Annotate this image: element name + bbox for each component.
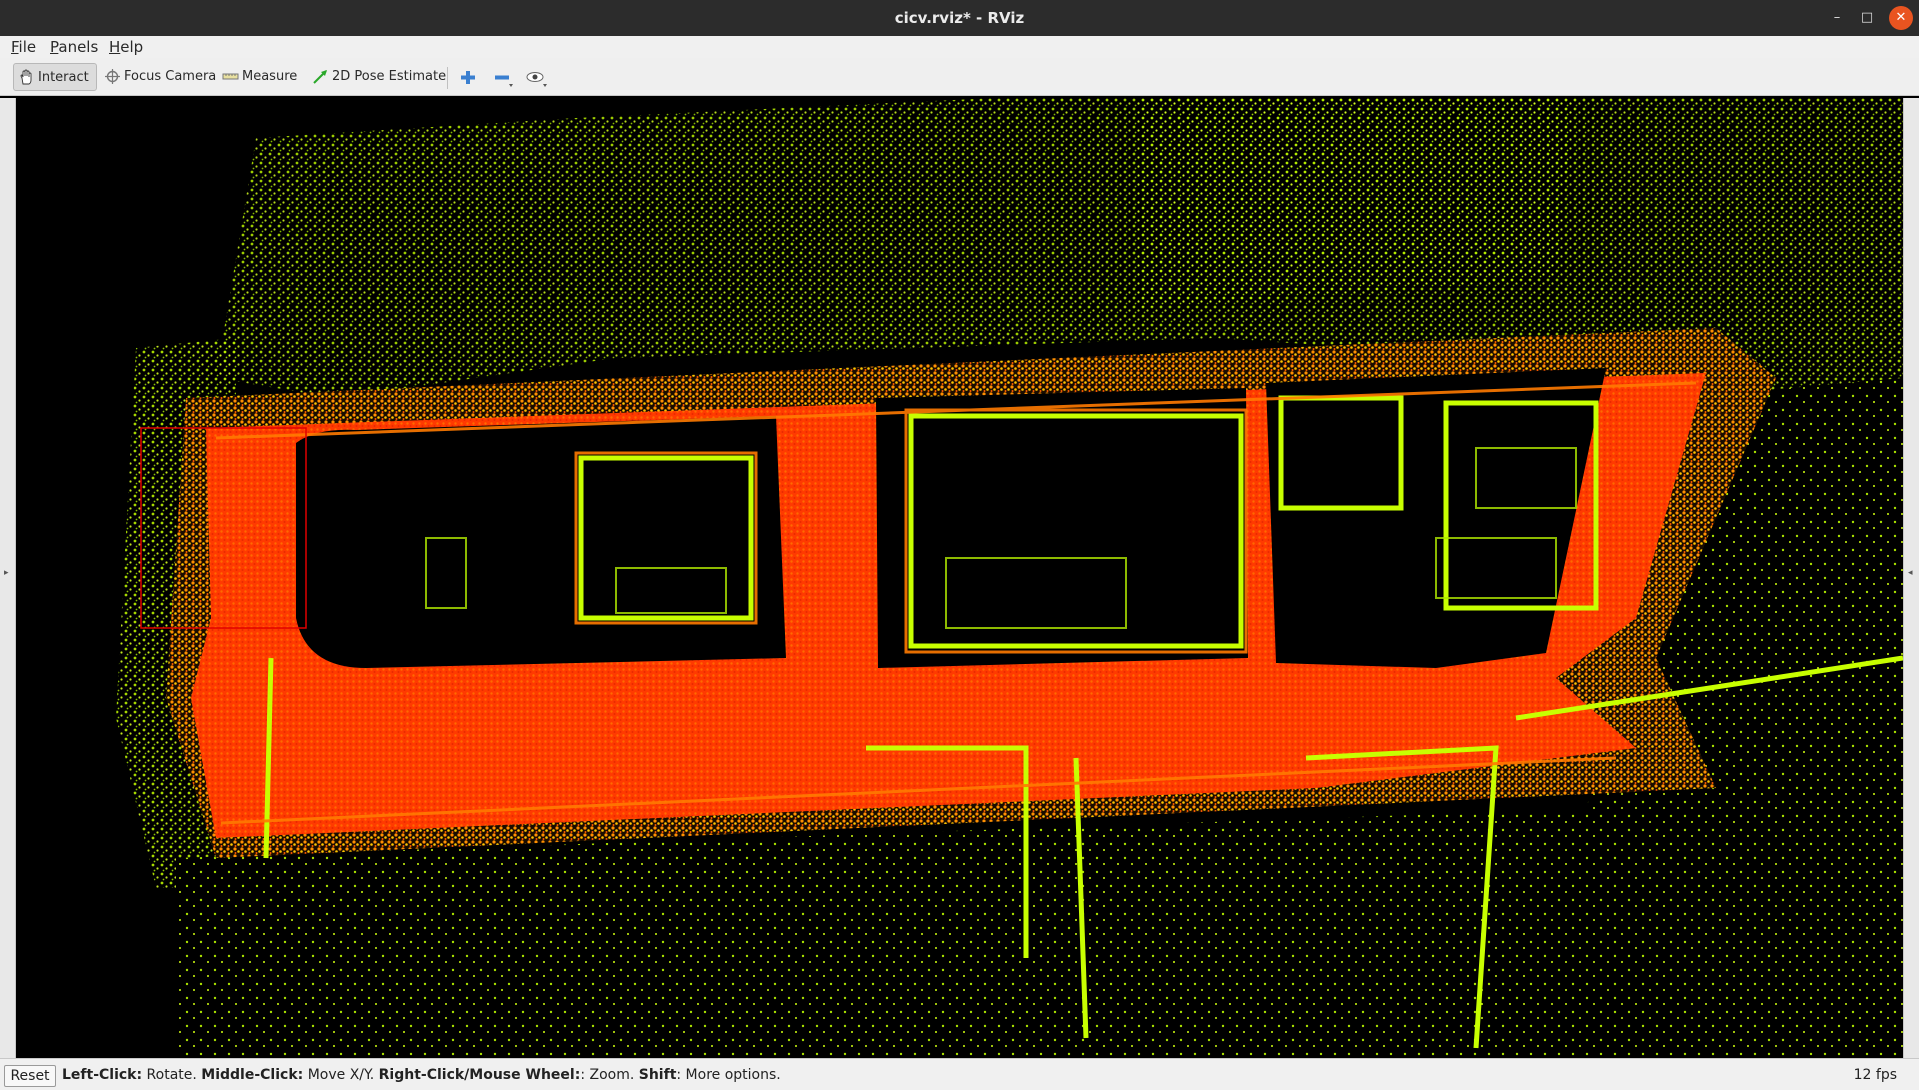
crosshair-icon [105,69,120,84]
tool-bar: Interact Focus Camera Measure 2D Pose Es… [0,58,1919,96]
2d-pose-estimate-tool-label: 2D Pose Estimate [332,69,447,84]
add-tool-button[interactable] [456,67,480,89]
tool-properties-button[interactable] [524,67,548,89]
close-button[interactable]: ✕ [1889,6,1913,30]
help-key-middle-click: Middle-Click: [201,1067,304,1083]
fps-readout: 12 fps [1853,1067,1897,1083]
help-key-shift: Shift [638,1067,677,1083]
menu-panels[interactable]: Panels [48,36,100,58]
point-cloud-map [16,98,1903,1058]
menu-help[interactable]: Help [107,36,145,58]
focus-camera-tool-label: Focus Camera [124,69,217,84]
measure-tool-label: Measure [242,69,298,84]
interact-tool-button[interactable]: Interact [13,63,97,91]
title-bar: cicv.rviz* - RViz – □ ✕ [0,0,1919,36]
menu-file-mnemonic: F [11,38,19,56]
menu-panels-label: anels [58,38,99,56]
2d-pose-estimate-tool-button[interactable]: 2D Pose Estimate [308,63,450,91]
status-bar: Reset Left-Click: Rotate. Middle-Click: … [0,1058,1919,1090]
right-dock-collapse-handle[interactable]: ◂ [1903,98,1919,1058]
menu-bar: File Panels Help [0,36,1919,58]
remove-tool-button[interactable] [490,67,514,89]
expand-right-arrow-icon: ◂ [1908,568,1913,578]
minus-icon [495,75,513,87]
help-key-left-click: Left-Click: [62,1067,143,1083]
arrow-icon [313,70,327,84]
menu-file[interactable]: File [9,36,38,58]
menu-help-mnemonic: H [109,38,121,56]
measure-tool-button[interactable]: Measure [218,63,301,91]
plus-icon [461,71,475,84]
help-desc-right-click: : Zoom. [580,1067,639,1083]
ruler-icon [222,73,239,80]
maximize-button[interactable]: □ [1855,6,1879,30]
reset-button[interactable]: Reset [4,1065,56,1087]
window-title: cicv.rviz* - RViz [894,9,1025,27]
render-viewport[interactable] [16,98,1903,1058]
focus-camera-tool-button[interactable]: Focus Camera [100,63,220,91]
menu-file-label: ile [18,38,37,56]
eye-icon [526,72,547,87]
left-dock-collapse-handle[interactable]: ▸ [0,98,16,1058]
expand-left-arrow-icon: ▸ [4,568,9,578]
minimize-button[interactable]: – [1825,6,1849,30]
help-desc-left-click: Rotate. [142,1067,202,1083]
menu-help-label: elp [120,38,144,56]
interaction-help-text: Left-Click: Rotate. Middle-Click: Move X… [62,1065,781,1085]
help-desc-middle-click: Move X/Y. [303,1067,379,1083]
help-key-right-click: Right-Click/Mouse Wheel: [378,1067,581,1083]
interact-tool-label: Interact [38,70,89,85]
toolbar-separator [447,67,448,89]
help-desc-shift: : More options. [676,1067,781,1083]
hand-icon [20,69,32,85]
